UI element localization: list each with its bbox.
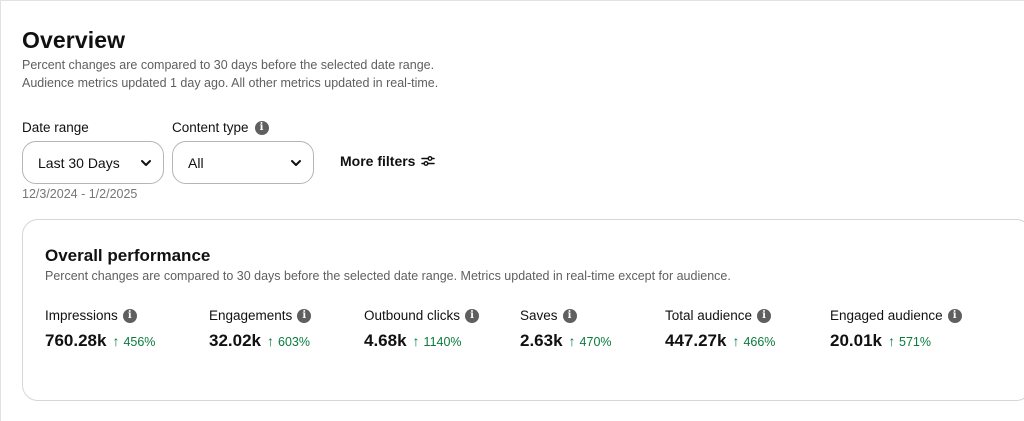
info-icon[interactable]: i (562, 308, 577, 323)
metric-engaged-audience: Engaged audience i 20.01k ↑ 571% (830, 308, 962, 351)
info-icon[interactable]: i (122, 308, 137, 323)
metric-change-value: 466% (743, 335, 776, 349)
metric-value: 447.27k (665, 331, 727, 350)
metric-change: ↑ 571% (888, 333, 931, 349)
arrow-up-icon: ↑ (412, 333, 420, 349)
metric-value-row: 2.63k ↑ 470% (520, 331, 612, 351)
card-title: Overall performance (45, 246, 211, 265)
metric-value-row: 20.01k ↑ 571% (830, 331, 962, 351)
chevron-down-icon (141, 159, 151, 166)
metric-change-value: 1140% (423, 335, 462, 349)
page-title: Overview (22, 27, 126, 53)
page-subtitle-line2: Audience metrics updated 1 day ago. All … (22, 76, 439, 90)
info-icon[interactable]: i (947, 308, 962, 323)
metric-change: ↑ 456% (112, 333, 155, 349)
metric-change-value: 571% (899, 335, 931, 349)
metric-label: Outbound clicks (364, 308, 461, 323)
date-range-dates: 12/3/2024 - 1/2/2025 (22, 187, 138, 201)
metric-outbound-clicks: Outbound clicks i 4.68k ↑ 1140% (364, 308, 480, 351)
metric-total-audience: Total audience i 447.27k ↑ 466% (665, 308, 775, 351)
more-filters-button[interactable]: More filters (340, 153, 436, 169)
chevron-down-icon (291, 159, 301, 166)
metric-change-value: 456% (123, 335, 156, 349)
metric-engagements: Engagements i 32.02k ↑ 603% (209, 308, 312, 351)
metric-label-row: Outbound clicks i (364, 308, 480, 323)
metric-label: Saves (520, 308, 558, 323)
frame-top-border (0, 0, 1024, 1)
overall-performance-card: Overall performance Percent changes are … (22, 219, 1024, 401)
date-range-dropdown[interactable]: Last 30 Days (22, 141, 164, 184)
metric-change-value: 470% (579, 335, 612, 349)
metric-change: ↑ 1140% (413, 333, 462, 349)
metric-change: ↑ 470% (569, 333, 612, 349)
info-icon[interactable]: i (297, 308, 312, 323)
info-icon[interactable]: i (254, 120, 269, 135)
info-icon[interactable]: i (465, 308, 480, 323)
page-subtitle-line1: Percent changes are compared to 30 days … (22, 58, 435, 72)
metric-label-row: Total audience i (665, 308, 775, 323)
arrow-up-icon: ↑ (112, 333, 120, 349)
metric-value-row: 760.28k ↑ 456% (45, 331, 155, 351)
metric-label: Total audience (665, 308, 753, 323)
metric-label: Engaged audience (830, 308, 943, 323)
arrow-up-icon: ↑ (888, 333, 895, 349)
metric-value: 2.63k (520, 331, 563, 350)
metric-label-row: Saves i (520, 308, 612, 323)
content-type-label-text: Content type (172, 120, 249, 135)
metric-label: Impressions (45, 308, 118, 323)
arrow-up-icon: ↑ (732, 333, 740, 349)
arrow-up-icon: ↑ (267, 333, 274, 349)
date-range-selected-value: Last 30 Days (38, 154, 120, 171)
metric-value-row: 32.02k ↑ 603% (209, 331, 311, 351)
date-range-label: Date range (22, 120, 89, 135)
content-type-label: Content type i (172, 120, 269, 135)
metric-value-row: 447.27k ↑ 466% (665, 331, 775, 351)
metric-label: Engagements (209, 308, 293, 323)
metric-value-row: 4.68k ↑ 1140% (364, 331, 479, 351)
card-subtitle: Percent changes are compared to 30 days … (45, 269, 731, 283)
filter-sliders-icon (421, 156, 436, 166)
metric-label-row: Impressions i (45, 308, 155, 323)
metric-impressions: Impressions i 760.28k ↑ 456% (45, 308, 155, 351)
arrow-up-icon: ↑ (568, 333, 576, 349)
content-type-dropdown[interactable]: All (172, 141, 314, 184)
more-filters-label: More filters (340, 153, 416, 169)
content-type-selected-value: All (188, 154, 204, 171)
metric-value: 760.28k (45, 331, 107, 350)
metric-value: 4.68k (364, 331, 407, 350)
metric-saves: Saves i 2.63k ↑ 470% (520, 308, 612, 351)
info-icon[interactable]: i (757, 308, 772, 323)
metric-value: 20.01k (830, 331, 882, 350)
metric-change: ↑ 603% (267, 333, 310, 349)
frame-left-border (0, 0, 1, 421)
metric-label-row: Engaged audience i (830, 308, 962, 323)
date-range-label-text: Date range (22, 120, 89, 135)
metric-value: 32.02k (209, 331, 261, 350)
metric-label-row: Engagements i (209, 308, 312, 323)
metric-change: ↑ 466% (732, 333, 775, 349)
metric-change-value: 603% (278, 335, 310, 349)
